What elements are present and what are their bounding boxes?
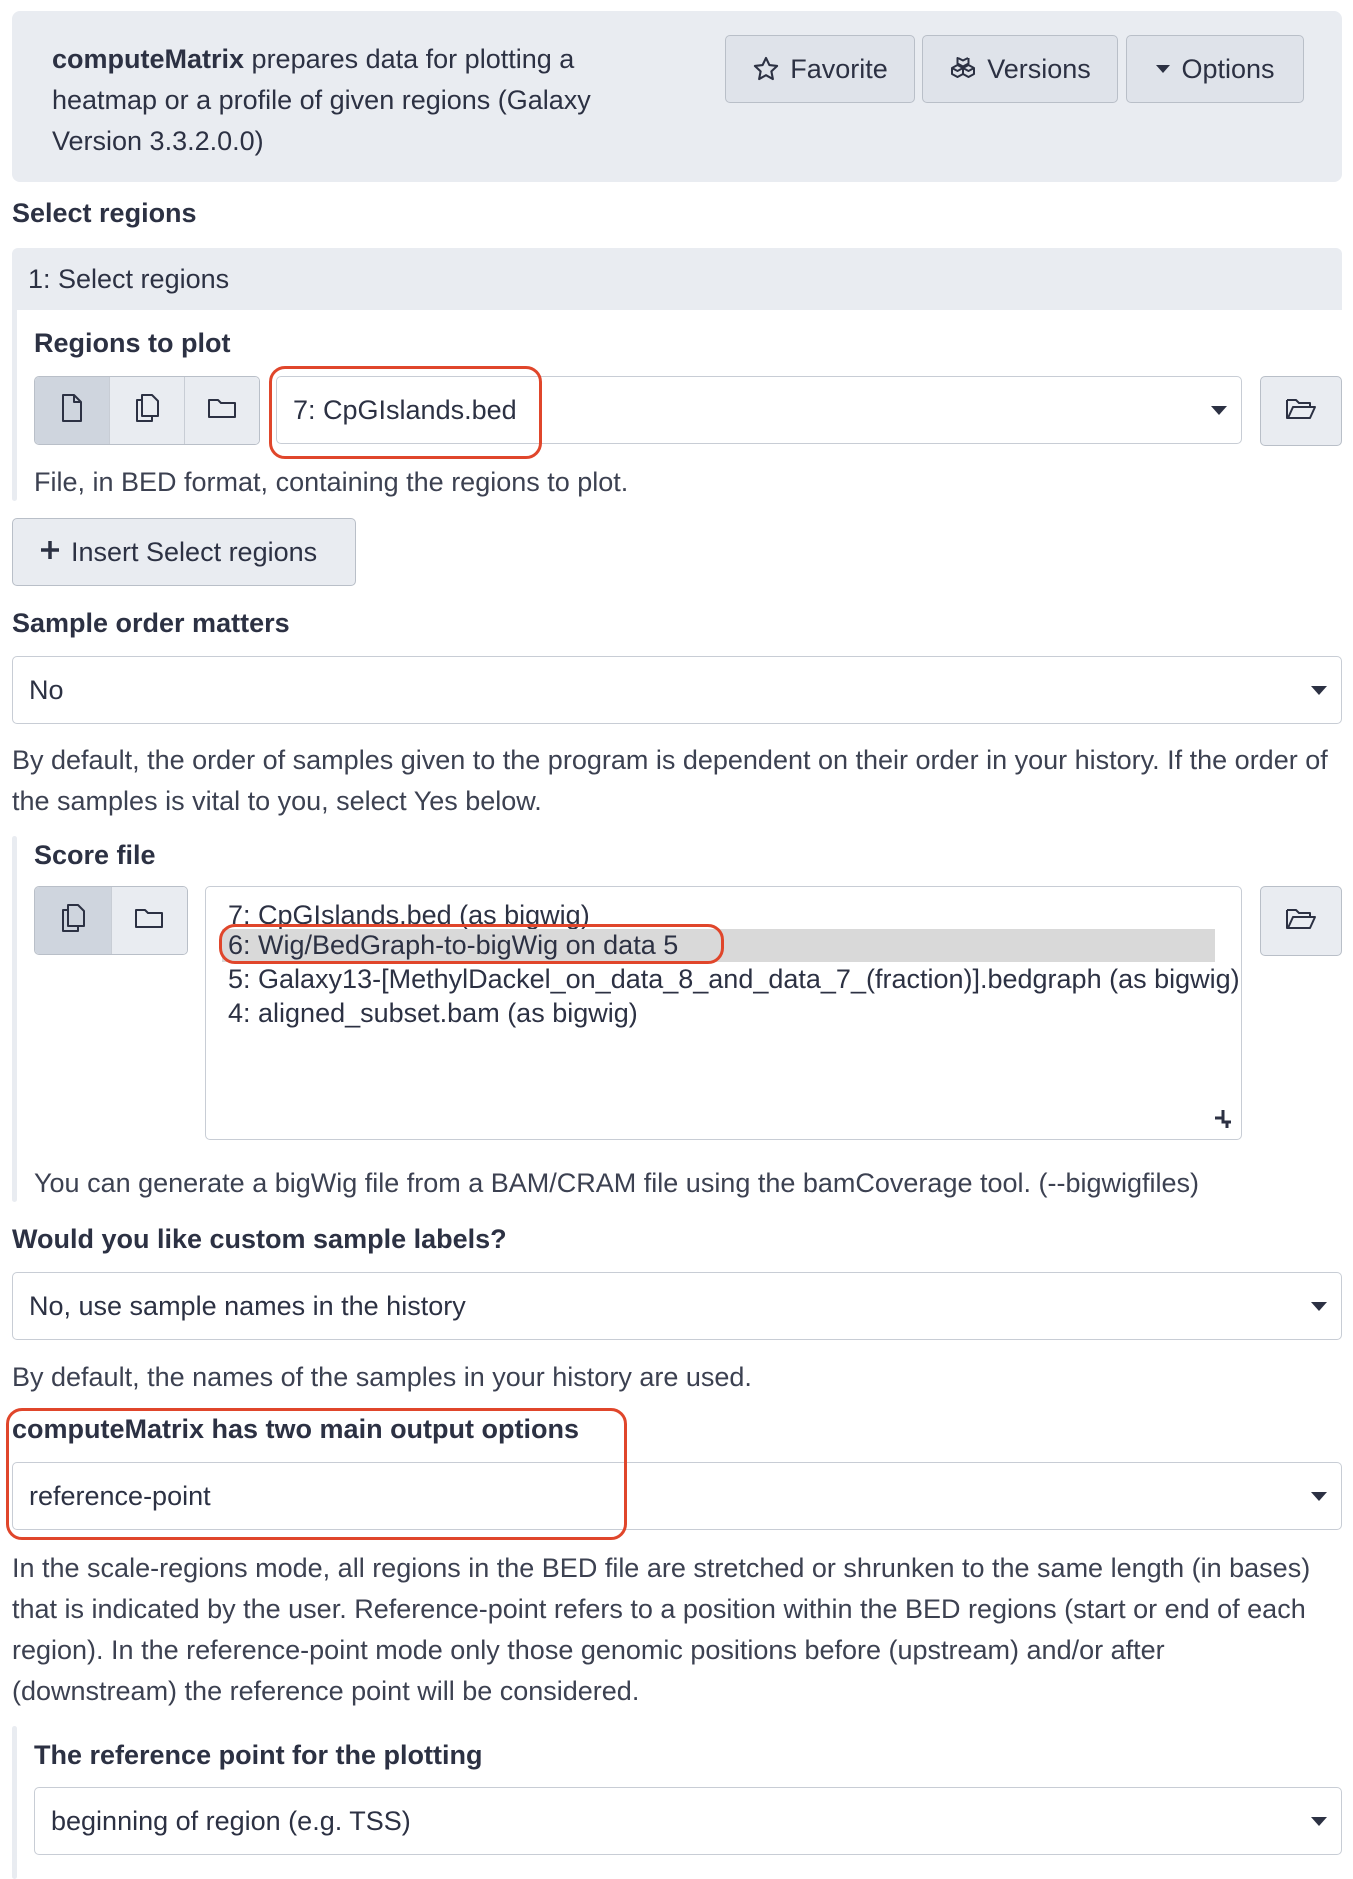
score-file-help-text: You can generate a bigWig file from a BA…: [34, 1168, 1200, 1198]
score-file-option[interactable]: 5: Galaxy13-[MethylDackel_on_data_8_and_…: [228, 963, 1240, 996]
score-file-multiselect[interactable]: 7: CpGIslands.bed (as bigwig) 6: Wig/Bed…: [205, 886, 1242, 1140]
score-file-label: Score file: [34, 840, 156, 870]
multiple-datasets-button[interactable]: [110, 377, 185, 444]
chevron-down-icon: [1311, 1492, 1327, 1501]
versions-label: Versions: [987, 53, 1091, 84]
sample-order-label: Sample order matters: [12, 608, 290, 638]
reference-point-label: The reference point for the plotting: [34, 1740, 483, 1770]
folder-open-icon: [1285, 397, 1317, 426]
conditional-border: [12, 1726, 17, 1879]
custom-labels-select[interactable]: No, use sample names in the history: [12, 1272, 1342, 1340]
regions-help-text: File, in BED format, containing the regi…: [34, 467, 629, 497]
plus-icon: [39, 537, 61, 568]
section-title-select-regions: Select regions: [12, 198, 197, 228]
file-icon: [60, 393, 84, 428]
browse-datasets-button[interactable]: [1260, 886, 1342, 956]
insert-select-regions-button[interactable]: Insert Select regions: [12, 518, 356, 586]
multiple-datasets-button[interactable]: [35, 887, 112, 954]
tool-name: computeMatrix: [52, 44, 245, 74]
single-dataset-button[interactable]: [35, 377, 110, 444]
chevron-down-icon: [1311, 686, 1327, 695]
repeat-border: [12, 305, 17, 501]
versions-button[interactable]: Versions: [922, 35, 1118, 103]
sample-order-select[interactable]: No: [12, 656, 1342, 724]
tool-description: computeMatrix prepares data for plotting…: [52, 39, 622, 162]
regions-input-mode-bar: [34, 376, 260, 445]
favorite-button[interactable]: Favorite: [725, 35, 915, 103]
repeat-title: 1: Select regions: [12, 248, 1342, 310]
reference-point-select[interactable]: beginning of region (e.g. TSS): [34, 1787, 1342, 1855]
browse-datasets-button[interactable]: [1260, 376, 1342, 446]
chevron-down-icon: [1311, 1302, 1327, 1311]
files-icon: [134, 393, 160, 428]
conditional-border: [12, 836, 17, 1202]
regions-to-plot-value: 7: CpGIslands.bed: [293, 394, 517, 425]
custom-labels-help-text: By default, the names of the samples in …: [12, 1362, 752, 1392]
reference-point-value: beginning of region (e.g. TSS): [51, 1805, 411, 1836]
resize-handle-icon[interactable]: [1213, 1108, 1233, 1133]
chevron-down-icon: [1311, 1817, 1327, 1826]
star-icon: [752, 55, 780, 83]
favorite-label: Favorite: [790, 53, 888, 84]
insert-select-regions-label: Insert Select regions: [71, 536, 318, 567]
folder-icon: [134, 906, 164, 935]
files-icon: [60, 903, 86, 938]
caret-down-icon: [1155, 63, 1171, 75]
folder-icon: [207, 396, 237, 425]
score-file-option-selected[interactable]: 6: Wig/BedGraph-to-bigWig on data 5: [222, 929, 1215, 962]
regions-to-plot-select[interactable]: 7: CpGIslands.bed: [276, 376, 1242, 444]
regions-to-plot-label: Regions to plot: [34, 328, 231, 358]
score-file-option[interactable]: 4: aligned_subset.bam (as bigwig): [228, 997, 638, 1030]
options-button[interactable]: Options: [1126, 35, 1304, 103]
custom-labels-value: No, use sample names in the history: [29, 1290, 466, 1321]
score-file-option[interactable]: 7: CpGIslands.bed (as bigwig): [228, 899, 590, 932]
sample-order-value: No: [29, 674, 64, 705]
chevron-down-icon: [1211, 406, 1227, 415]
custom-labels-label: Would you like custom sample labels?: [12, 1224, 507, 1254]
sample-order-help-text: By default, the order of samples given t…: [12, 745, 1328, 816]
folder-open-icon: [1285, 907, 1317, 936]
output-mode-select[interactable]: reference-point: [12, 1462, 1342, 1530]
tool-header: computeMatrix prepares data for plotting…: [12, 11, 1342, 182]
options-label: Options: [1181, 53, 1275, 84]
output-mode-value: reference-point: [29, 1480, 211, 1511]
output-mode-label: computeMatrix has two main output option…: [12, 1414, 579, 1444]
dataset-collection-button[interactable]: [185, 377, 259, 444]
output-mode-help-text: In the scale-regions mode, all regions i…: [12, 1553, 1311, 1706]
tool-form: computeMatrix prepares data for plotting…: [0, 0, 1353, 1879]
cubes-icon: [949, 56, 977, 82]
dataset-collection-button[interactable]: [111, 887, 187, 954]
score-input-mode-bar: [34, 886, 188, 955]
